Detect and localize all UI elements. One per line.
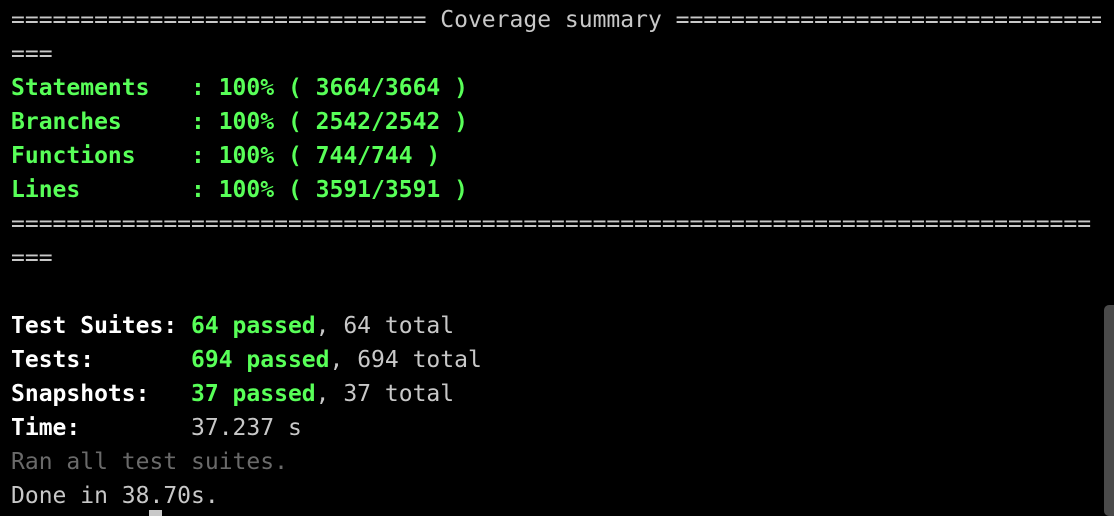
result-snapshots: Snapshots: 37 passed, 37 total — [11, 377, 1101, 411]
result-passed: 64 passed — [191, 313, 316, 339]
result-total: , 37 total — [315, 381, 455, 407]
result-passed: 694 passed — [191, 347, 330, 373]
coverage-row-statements: Statements : 100% ( 3664/3664 ) — [11, 71, 1101, 105]
coverage-header-rule: ============================== Coverage … — [11, 7, 1101, 33]
result-time-value: 37.237 s — [191, 415, 302, 441]
done-message: Done in 38.70s. — [11, 483, 219, 509]
result-total: , 694 total — [329, 347, 482, 373]
coverage-label: Branches — [11, 109, 192, 135]
result-label: Test Suites: — [11, 313, 192, 339]
result-label: Snapshots: — [11, 381, 192, 407]
coverage-header-rule-wrap: === — [11, 41, 53, 67]
terminal-cursor — [149, 510, 162, 516]
coverage-footer-rule: ========================================… — [11, 211, 1092, 237]
result-label: Tests: — [11, 347, 192, 373]
coverage-value: : 100% ( 3664/3664 ) — [191, 75, 468, 101]
result-label: Time: — [11, 415, 192, 441]
coverage-label: Statements — [11, 75, 192, 101]
coverage-label: Lines — [11, 177, 192, 203]
coverage-footer-rule-wrap: === — [11, 245, 53, 271]
result-tests: Tests: 694 passed, 694 total — [11, 343, 1101, 377]
coverage-row-functions: Functions : 100% ( 744/744 ) — [11, 139, 1101, 173]
coverage-value: : 100% ( 744/744 ) — [191, 143, 441, 169]
coverage-row-branches: Branches : 100% ( 2542/2542 ) — [11, 105, 1101, 139]
result-test-suites: Test Suites: 64 passed, 64 total — [11, 309, 1101, 343]
coverage-label: Functions — [11, 143, 192, 169]
terminal-scrollbar[interactable] — [1104, 305, 1114, 516]
result-total: , 64 total — [315, 313, 455, 339]
result-time: Time: 37.237 s — [11, 411, 1101, 445]
result-passed: 37 passed — [191, 381, 316, 407]
ran-all-message: Ran all test suites. — [11, 449, 288, 475]
terminal-output[interactable]: ============================== Coverage … — [11, 3, 1101, 513]
coverage-value: : 100% ( 2542/2542 ) — [191, 109, 468, 135]
coverage-row-lines: Lines : 100% ( 3591/3591 ) — [11, 173, 1101, 207]
coverage-value: : 100% ( 3591/3591 ) — [191, 177, 468, 203]
